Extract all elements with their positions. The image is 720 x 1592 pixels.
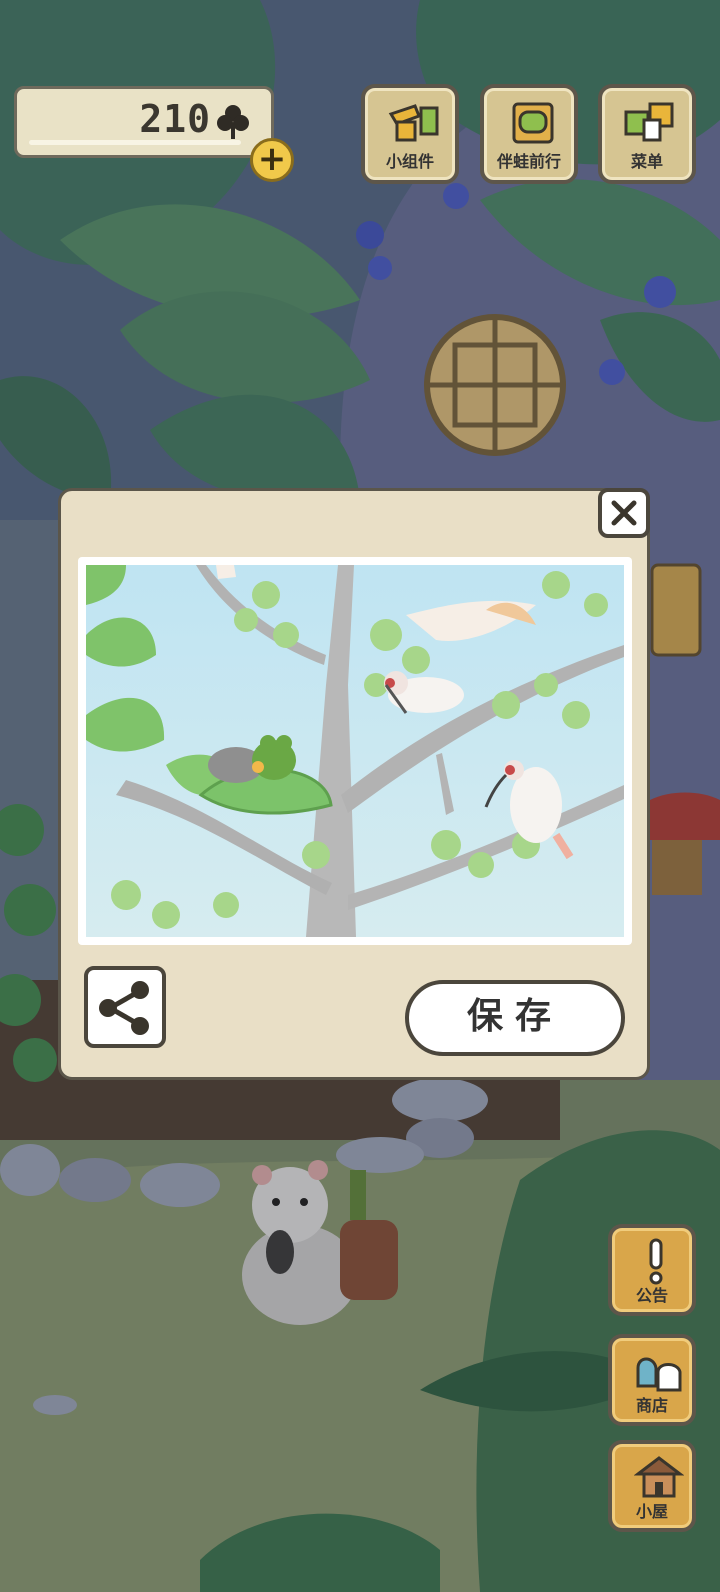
house-label: 小屋: [635, 1502, 668, 1521]
house-icon: [634, 1456, 684, 1498]
travel-with-frog-button[interactable]: 伴蛙前行: [480, 84, 578, 184]
house-button[interactable]: 小屋: [608, 1440, 696, 1532]
travel-with-frog-label: 伴蛙前行: [496, 152, 561, 171]
photo-illustration: [86, 565, 624, 937]
widgets-label: 小组件: [385, 152, 434, 171]
clover-icon: [217, 105, 249, 139]
notice-label: 公告: [635, 1286, 668, 1305]
save-button[interactable]: 保存: [405, 980, 625, 1056]
add-clover-button[interactable]: +: [250, 138, 294, 182]
clover-count-value: 210: [139, 97, 211, 141]
photo-frame: [78, 557, 632, 945]
widgets-icon: [388, 104, 439, 142]
plus-icon: +: [257, 139, 287, 179]
notice-button[interactable]: 公告: [608, 1224, 696, 1316]
widgets-button[interactable]: 小组件: [361, 84, 459, 184]
shop-label: 商店: [635, 1396, 668, 1415]
menu-cards-icon: [624, 102, 674, 142]
travel-photo: [86, 565, 624, 937]
close-button[interactable]: [598, 488, 650, 538]
shop-bags-icon: [636, 1357, 682, 1392]
share-icon: [99, 981, 149, 1035]
clover-counter: 210: [14, 86, 274, 158]
close-icon: [611, 500, 637, 526]
menu-button[interactable]: 菜单: [598, 84, 696, 184]
shop-button[interactable]: 商店: [608, 1334, 696, 1426]
share-button[interactable]: [84, 966, 166, 1048]
frog-book-icon: [512, 102, 554, 144]
menu-label: 菜单: [630, 152, 663, 171]
exclamation-icon: [649, 1238, 663, 1285]
